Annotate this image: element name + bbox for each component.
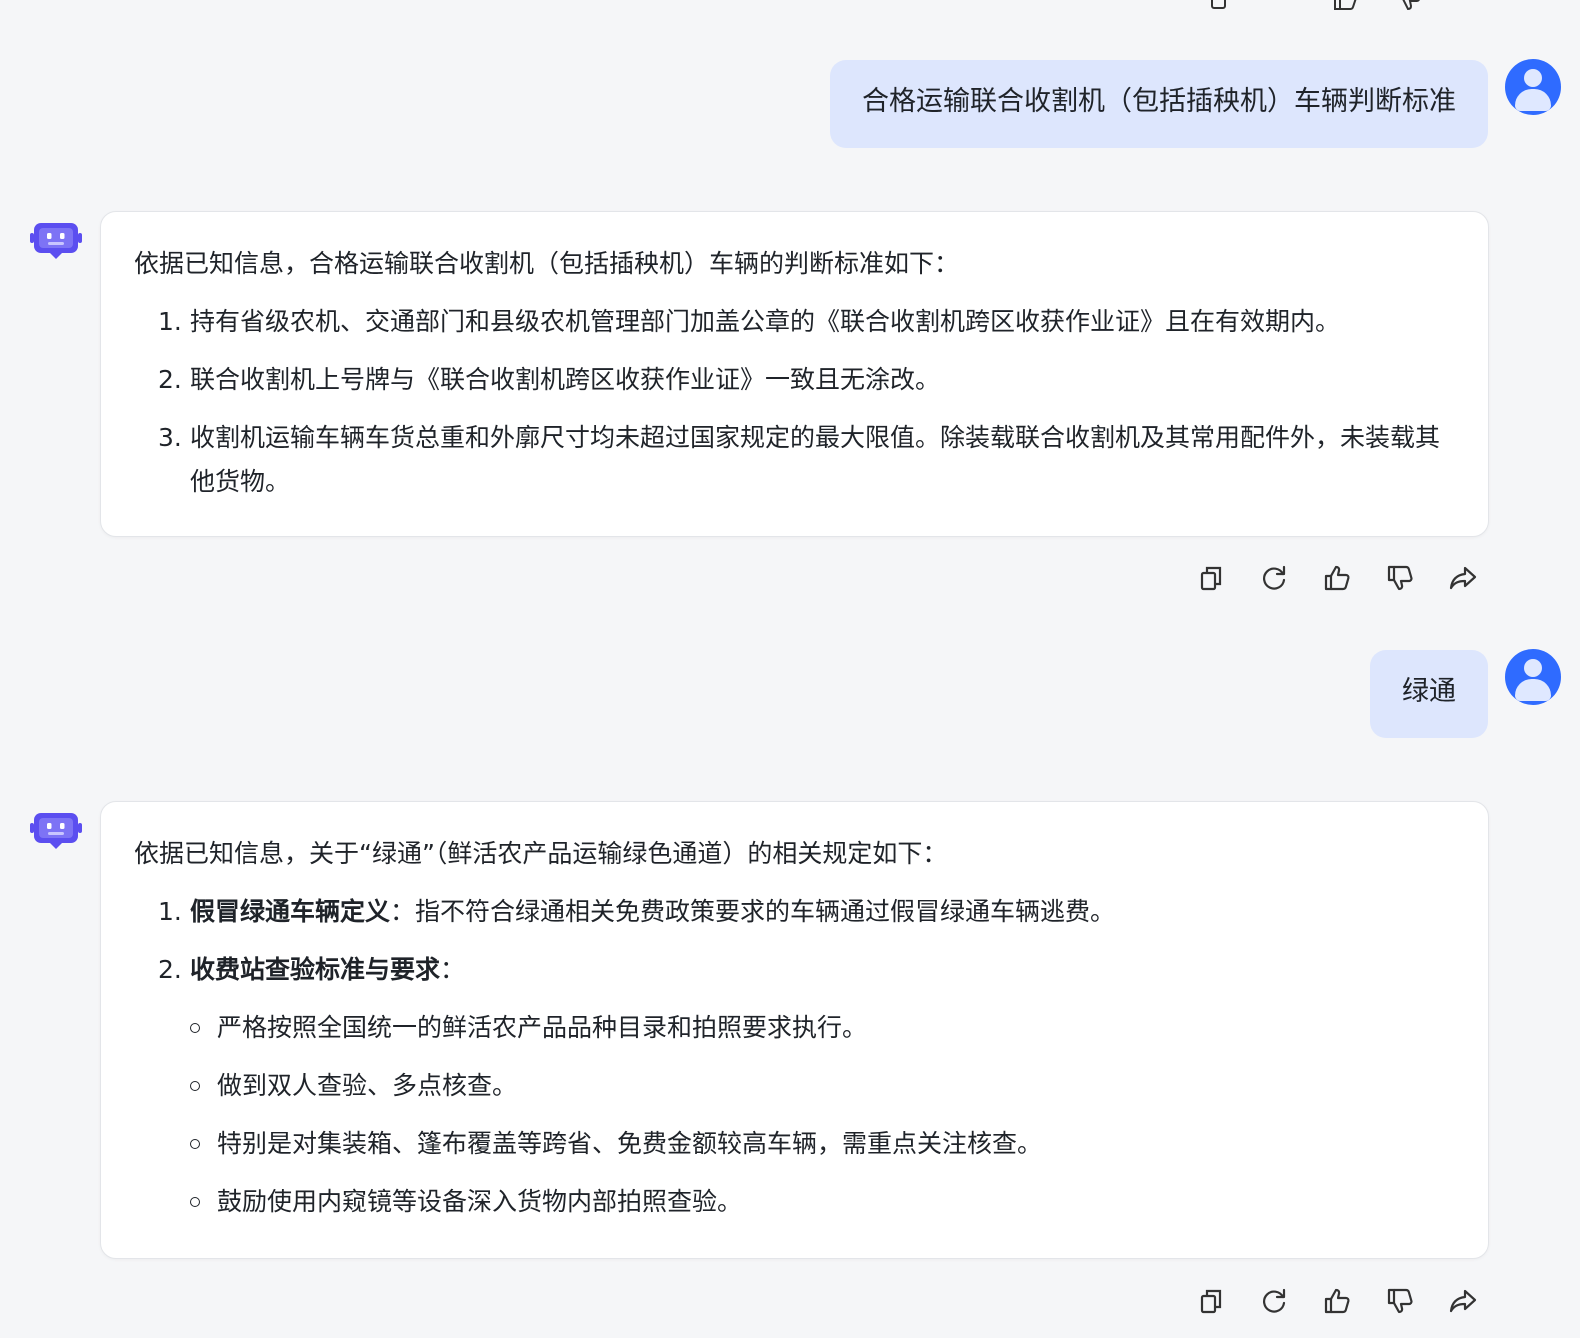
- list-item: 2. 联合收割机上号牌与《联合收割机跨区收获作业证》一致且无涂改。: [134, 358, 1454, 402]
- user-message-row: 绿通: [1370, 650, 1488, 738]
- share-icon: [1449, 566, 1476, 590]
- bullet-circle: [190, 1023, 200, 1033]
- thumbs-down-button[interactable]: [1375, 0, 1438, 18]
- copy-button[interactable]: [1179, 1281, 1242, 1321]
- bot-intro-text: 依据已知信息，合格运输联合收割机（包括插秧机）车辆的判断标准如下：: [134, 249, 960, 278]
- regenerate-button[interactable]: [1242, 558, 1305, 598]
- list-item: 2. 收费站查验标准与要求：: [134, 948, 1454, 992]
- list-item: 1. 持有省级农机、交通部门和县级农机管理部门加盖公章的《联合收割机跨区收获作业…: [134, 300, 1454, 344]
- bot-message-card: 依据已知信息，关于“绿通”（鲜活农产品运输绿色通道）的相关规定如下： 1. 假冒…: [100, 801, 1489, 1259]
- bullet-circle: [190, 1139, 200, 1149]
- list-number: 1.: [158, 307, 182, 336]
- refresh-icon: [1262, 1288, 1285, 1313]
- user-message-row: 合格运输联合收割机（包括插秧机）车辆判断标准: [830, 60, 1488, 148]
- list-bold-label: 假冒绿通车辆定义: [190, 897, 391, 926]
- regenerate-button[interactable]: [1242, 1281, 1305, 1321]
- list-bold-label: 收费站查验标准与要求: [190, 955, 441, 984]
- list-text: 联合收割机上号牌与《联合收割机跨区收获作业证》一致且无涂改。: [190, 365, 941, 394]
- list-body: ：: [440, 955, 466, 984]
- bot-intro-text: 依据已知信息，关于“绿通”（鲜活农产品运输绿色通道）的相关规定如下：: [134, 839, 948, 868]
- list-number: 2.: [158, 955, 182, 984]
- list-item: 1. 假冒绿通车辆定义：指不符合绿通相关免费政策要求的车辆通过假冒绿通车辆逃费。: [134, 890, 1454, 934]
- share-button[interactable]: [1431, 1281, 1494, 1321]
- message-actions-previous: [1186, 0, 1486, 11]
- user-avatar[interactable]: [1505, 59, 1561, 115]
- thumbs-up-button[interactable]: [1305, 558, 1368, 598]
- copy-icon: [1200, 566, 1221, 591]
- sub-list-text: 特别是对集装箱、篷布覆盖等跨省、免费金额较高车辆，需重点关注核查。: [217, 1129, 1043, 1158]
- bullet-circle: [190, 1197, 200, 1207]
- copy-icon: [1200, 1289, 1221, 1314]
- copy-icon: [1210, 0, 1226, 9]
- sub-list-item: 鼓励使用内窥镜等设备深入货物内部拍照查验。: [190, 1180, 1454, 1224]
- bot-icon: [30, 813, 82, 849]
- thumbs-up-icon: [1333, 0, 1356, 10]
- bullet-circle: [190, 1081, 200, 1091]
- list-text: 收割机运输车辆车货总重和外廓尺寸均未超过国家规定的最大限值。除装载联合收割机及其…: [190, 423, 1441, 496]
- thumbs-up-button[interactable]: [1312, 0, 1375, 18]
- avatar-body: [1515, 679, 1551, 701]
- thumbs-down-icon: [1387, 565, 1413, 591]
- avatar-head: [1524, 659, 1542, 677]
- user-message-bubble: 绿通: [1370, 650, 1488, 738]
- message-actions: [1179, 558, 1494, 598]
- thumbs-down-button[interactable]: [1368, 558, 1431, 598]
- message-actions: [1179, 1281, 1494, 1321]
- thumbs-down-icon: [1387, 1288, 1413, 1314]
- thumbs-down-icon: [1396, 0, 1420, 11]
- thumbs-up-icon: [1324, 565, 1350, 591]
- sub-list-item: 做到双人查验、多点核查。: [190, 1064, 1454, 1108]
- refresh-icon: [1262, 565, 1285, 590]
- user-message-bubble: 合格运输联合收割机（包括插秧机）车辆判断标准: [830, 60, 1488, 148]
- share-icon: [1449, 1289, 1476, 1313]
- list-body: ：指不符合绿通相关免费政策要求的车辆通过假冒绿通车辆逃费。: [390, 897, 1116, 926]
- sub-list-item: 特别是对集装箱、篷布覆盖等跨省、免费金额较高车辆，需重点关注核查。: [190, 1122, 1454, 1166]
- bot-icon: [30, 223, 82, 259]
- thumbs-up-icon: [1324, 1288, 1350, 1314]
- list-text: 假冒绿通车辆定义：指不符合绿通相关免费政策要求的车辆通过假冒绿通车辆逃费。: [190, 890, 1454, 934]
- list-number: 3.: [158, 423, 182, 452]
- copy-button[interactable]: [1186, 0, 1249, 18]
- list-number: 2.: [158, 365, 182, 394]
- avatar-head: [1524, 69, 1542, 87]
- sub-list: 严格按照全国统一的鲜活农产品品种目录和拍照要求执行。 做到双人查验、多点核查。 …: [134, 1006, 1454, 1224]
- thumbs-down-button[interactable]: [1368, 1281, 1431, 1321]
- avatar-body: [1515, 89, 1551, 111]
- thumbs-up-button[interactable]: [1305, 1281, 1368, 1321]
- bot-message-card: 依据已知信息，合格运输联合收割机（包括插秧机）车辆的判断标准如下： 1. 持有省…: [100, 211, 1489, 537]
- copy-button[interactable]: [1179, 558, 1242, 598]
- sub-list-item: 严格按照全国统一的鲜活农产品品种目录和拍照要求执行。: [190, 1006, 1454, 1050]
- sub-list-text: 做到双人查验、多点核查。: [217, 1071, 518, 1100]
- chat-page: 合格运输联合收割机（包括插秧机）车辆判断标准 依据已知信息，合格运输联合收割机（…: [0, 0, 1580, 1338]
- list-number: 1.: [158, 897, 182, 926]
- user-avatar[interactable]: [1505, 649, 1561, 705]
- sub-list-text: 严格按照全国统一的鲜活农产品品种目录和拍照要求执行。: [217, 1013, 868, 1042]
- sub-list-text: 鼓励使用内窥镜等设备深入货物内部拍照查验。: [217, 1187, 743, 1216]
- regenerate-button[interactable]: [1249, 0, 1312, 18]
- share-button[interactable]: [1431, 558, 1494, 598]
- list-item: 3. 收割机运输车辆车货总重和外廓尺寸均未超过国家规定的最大限值。除装载联合收割…: [134, 416, 1454, 504]
- list-text: 收费站查验标准与要求：: [190, 948, 1454, 992]
- list-text: 持有省级农机、交通部门和县级农机管理部门加盖公章的《联合收割机跨区收获作业证》且…: [190, 307, 1341, 336]
